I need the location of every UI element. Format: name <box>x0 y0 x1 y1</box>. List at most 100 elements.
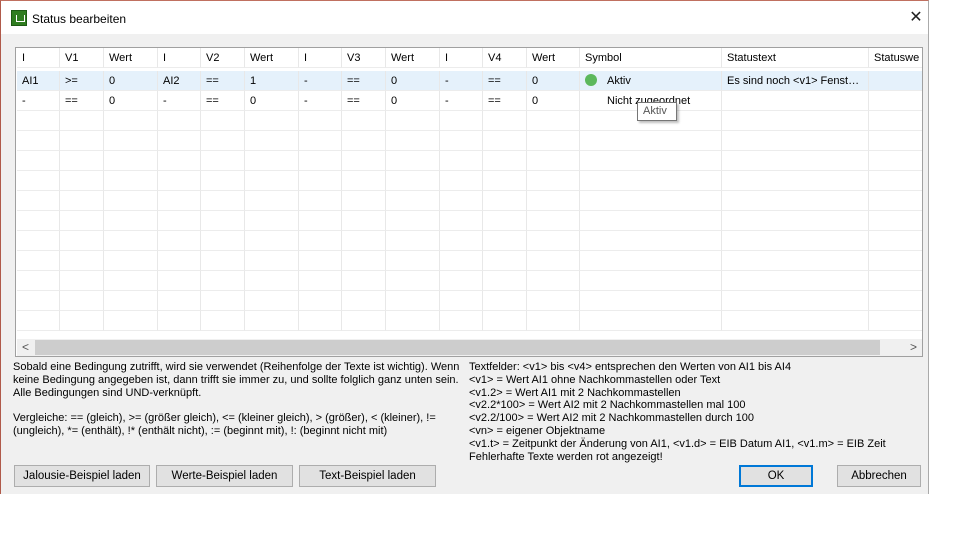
cell-v2[interactable]: == <box>201 71 245 91</box>
cell-v4[interactable] <box>483 191 527 211</box>
cell-wert3[interactable] <box>386 211 440 231</box>
cell-wert1[interactable] <box>104 311 158 331</box>
cell-wert4[interactable] <box>527 251 580 271</box>
cell-v2[interactable] <box>201 271 245 291</box>
cell-v3[interactable] <box>342 211 386 231</box>
cell-v3[interactable] <box>342 151 386 171</box>
table-row[interactable] <box>17 151 922 171</box>
cell-v1[interactable] <box>60 171 104 191</box>
cell-v1[interactable] <box>60 311 104 331</box>
cell-statuswert[interactable] <box>869 111 922 131</box>
cell-i1[interactable] <box>17 131 60 151</box>
cell-i2[interactable] <box>158 231 201 251</box>
cell-wert3[interactable] <box>386 231 440 251</box>
header-wert3[interactable]: Wert <box>386 48 440 68</box>
cell-statustext[interactable] <box>722 131 869 151</box>
cell-i3[interactable]: - <box>299 91 342 111</box>
header-wert2[interactable]: Wert <box>245 48 299 68</box>
cancel-button[interactable]: Abbrechen <box>837 465 921 487</box>
cell-wert3[interactable] <box>386 311 440 331</box>
cell-wert4[interactable] <box>527 171 580 191</box>
cell-v4[interactable] <box>483 311 527 331</box>
cell-v4[interactable] <box>483 151 527 171</box>
cell-i4[interactable] <box>440 131 483 151</box>
cell-wert1[interactable] <box>104 171 158 191</box>
cell-wert4[interactable] <box>527 151 580 171</box>
table-row[interactable] <box>17 231 922 251</box>
header-v4[interactable]: V4 <box>483 48 527 68</box>
cell-statustext[interactable]: Es sind noch <v1> Fenst… <box>722 71 869 91</box>
cell-i2[interactable] <box>158 151 201 171</box>
cell-i1[interactable] <box>17 171 60 191</box>
scrollbar-thumb[interactable] <box>35 340 880 355</box>
cell-symbol[interactable] <box>580 291 722 311</box>
cell-statuswert[interactable] <box>869 271 922 291</box>
cell-statuswert[interactable] <box>869 231 922 251</box>
cell-i4[interactable] <box>440 191 483 211</box>
cell-statuswert[interactable] <box>869 151 922 171</box>
cell-wert1[interactable] <box>104 251 158 271</box>
cell-wert4[interactable]: 0 <box>527 91 580 111</box>
cell-v4[interactable] <box>483 271 527 291</box>
cell-i3[interactable] <box>299 151 342 171</box>
load-text-example-button[interactable]: Text-Beispiel laden <box>299 465 436 487</box>
cell-wert2[interactable] <box>245 251 299 271</box>
cell-wert3[interactable] <box>386 151 440 171</box>
cell-statuswert[interactable] <box>869 131 922 151</box>
close-icon[interactable]: ✕ <box>906 9 926 27</box>
cell-i4[interactable]: - <box>440 71 483 91</box>
header-v1[interactable]: V1 <box>60 48 104 68</box>
cell-i2[interactable] <box>158 271 201 291</box>
cell-i4[interactable] <box>440 271 483 291</box>
cell-wert1[interactable]: 0 <box>104 91 158 111</box>
cell-statustext[interactable] <box>722 211 869 231</box>
cell-statustext[interactable] <box>722 91 869 111</box>
cell-v3[interactable] <box>342 171 386 191</box>
cell-wert3[interactable]: 0 <box>386 71 440 91</box>
cell-v2[interactable] <box>201 131 245 151</box>
header-statuswert[interactable]: Statuswe <box>869 48 922 68</box>
cell-i4[interactable] <box>440 231 483 251</box>
cell-wert4[interactable] <box>527 191 580 211</box>
cell-i3[interactable] <box>299 251 342 271</box>
cell-v4[interactable] <box>483 111 527 131</box>
cell-i2[interactable] <box>158 251 201 271</box>
cell-wert4[interactable] <box>527 211 580 231</box>
cell-wert1[interactable] <box>104 291 158 311</box>
cell-v4[interactable] <box>483 251 527 271</box>
cell-i1[interactable] <box>17 111 60 131</box>
cell-i1[interactable] <box>17 311 60 331</box>
cell-wert3[interactable] <box>386 291 440 311</box>
cell-v1[interactable] <box>60 111 104 131</box>
cell-wert1[interactable] <box>104 131 158 151</box>
cell-wert1[interactable]: 0 <box>104 71 158 91</box>
cell-wert3[interactable] <box>386 251 440 271</box>
cell-statuswert[interactable] <box>869 291 922 311</box>
cell-i1[interactable]: AI1 <box>17 71 60 91</box>
cell-i4[interactable]: - <box>440 91 483 111</box>
scroll-right-icon[interactable]: > <box>905 339 922 356</box>
cell-i3[interactable] <box>299 271 342 291</box>
cell-statustext[interactable] <box>722 151 869 171</box>
cell-i2[interactable] <box>158 171 201 191</box>
cell-i1[interactable] <box>17 251 60 271</box>
cell-statustext[interactable] <box>722 251 869 271</box>
header-i3[interactable]: I <box>299 48 342 68</box>
cell-v2[interactable] <box>201 111 245 131</box>
cell-symbol[interactable] <box>580 171 722 191</box>
cell-i3[interactable] <box>299 191 342 211</box>
cell-v4[interactable] <box>483 171 527 191</box>
cell-wert2[interactable]: 0 <box>245 91 299 111</box>
cell-wert4[interactable] <box>527 231 580 251</box>
cell-wert3[interactable] <box>386 171 440 191</box>
load-jalousie-example-button[interactable]: Jalousie-Beispiel laden <box>14 465 150 487</box>
cell-symbol[interactable] <box>580 251 722 271</box>
cell-v2[interactable] <box>201 171 245 191</box>
cell-i3[interactable] <box>299 171 342 191</box>
cell-statuswert[interactable] <box>869 71 922 91</box>
cell-wert2[interactable] <box>245 191 299 211</box>
cell-v3[interactable] <box>342 231 386 251</box>
table-row[interactable] <box>17 111 922 131</box>
cell-v2[interactable]: == <box>201 91 245 111</box>
cell-wert2[interactable] <box>245 111 299 131</box>
